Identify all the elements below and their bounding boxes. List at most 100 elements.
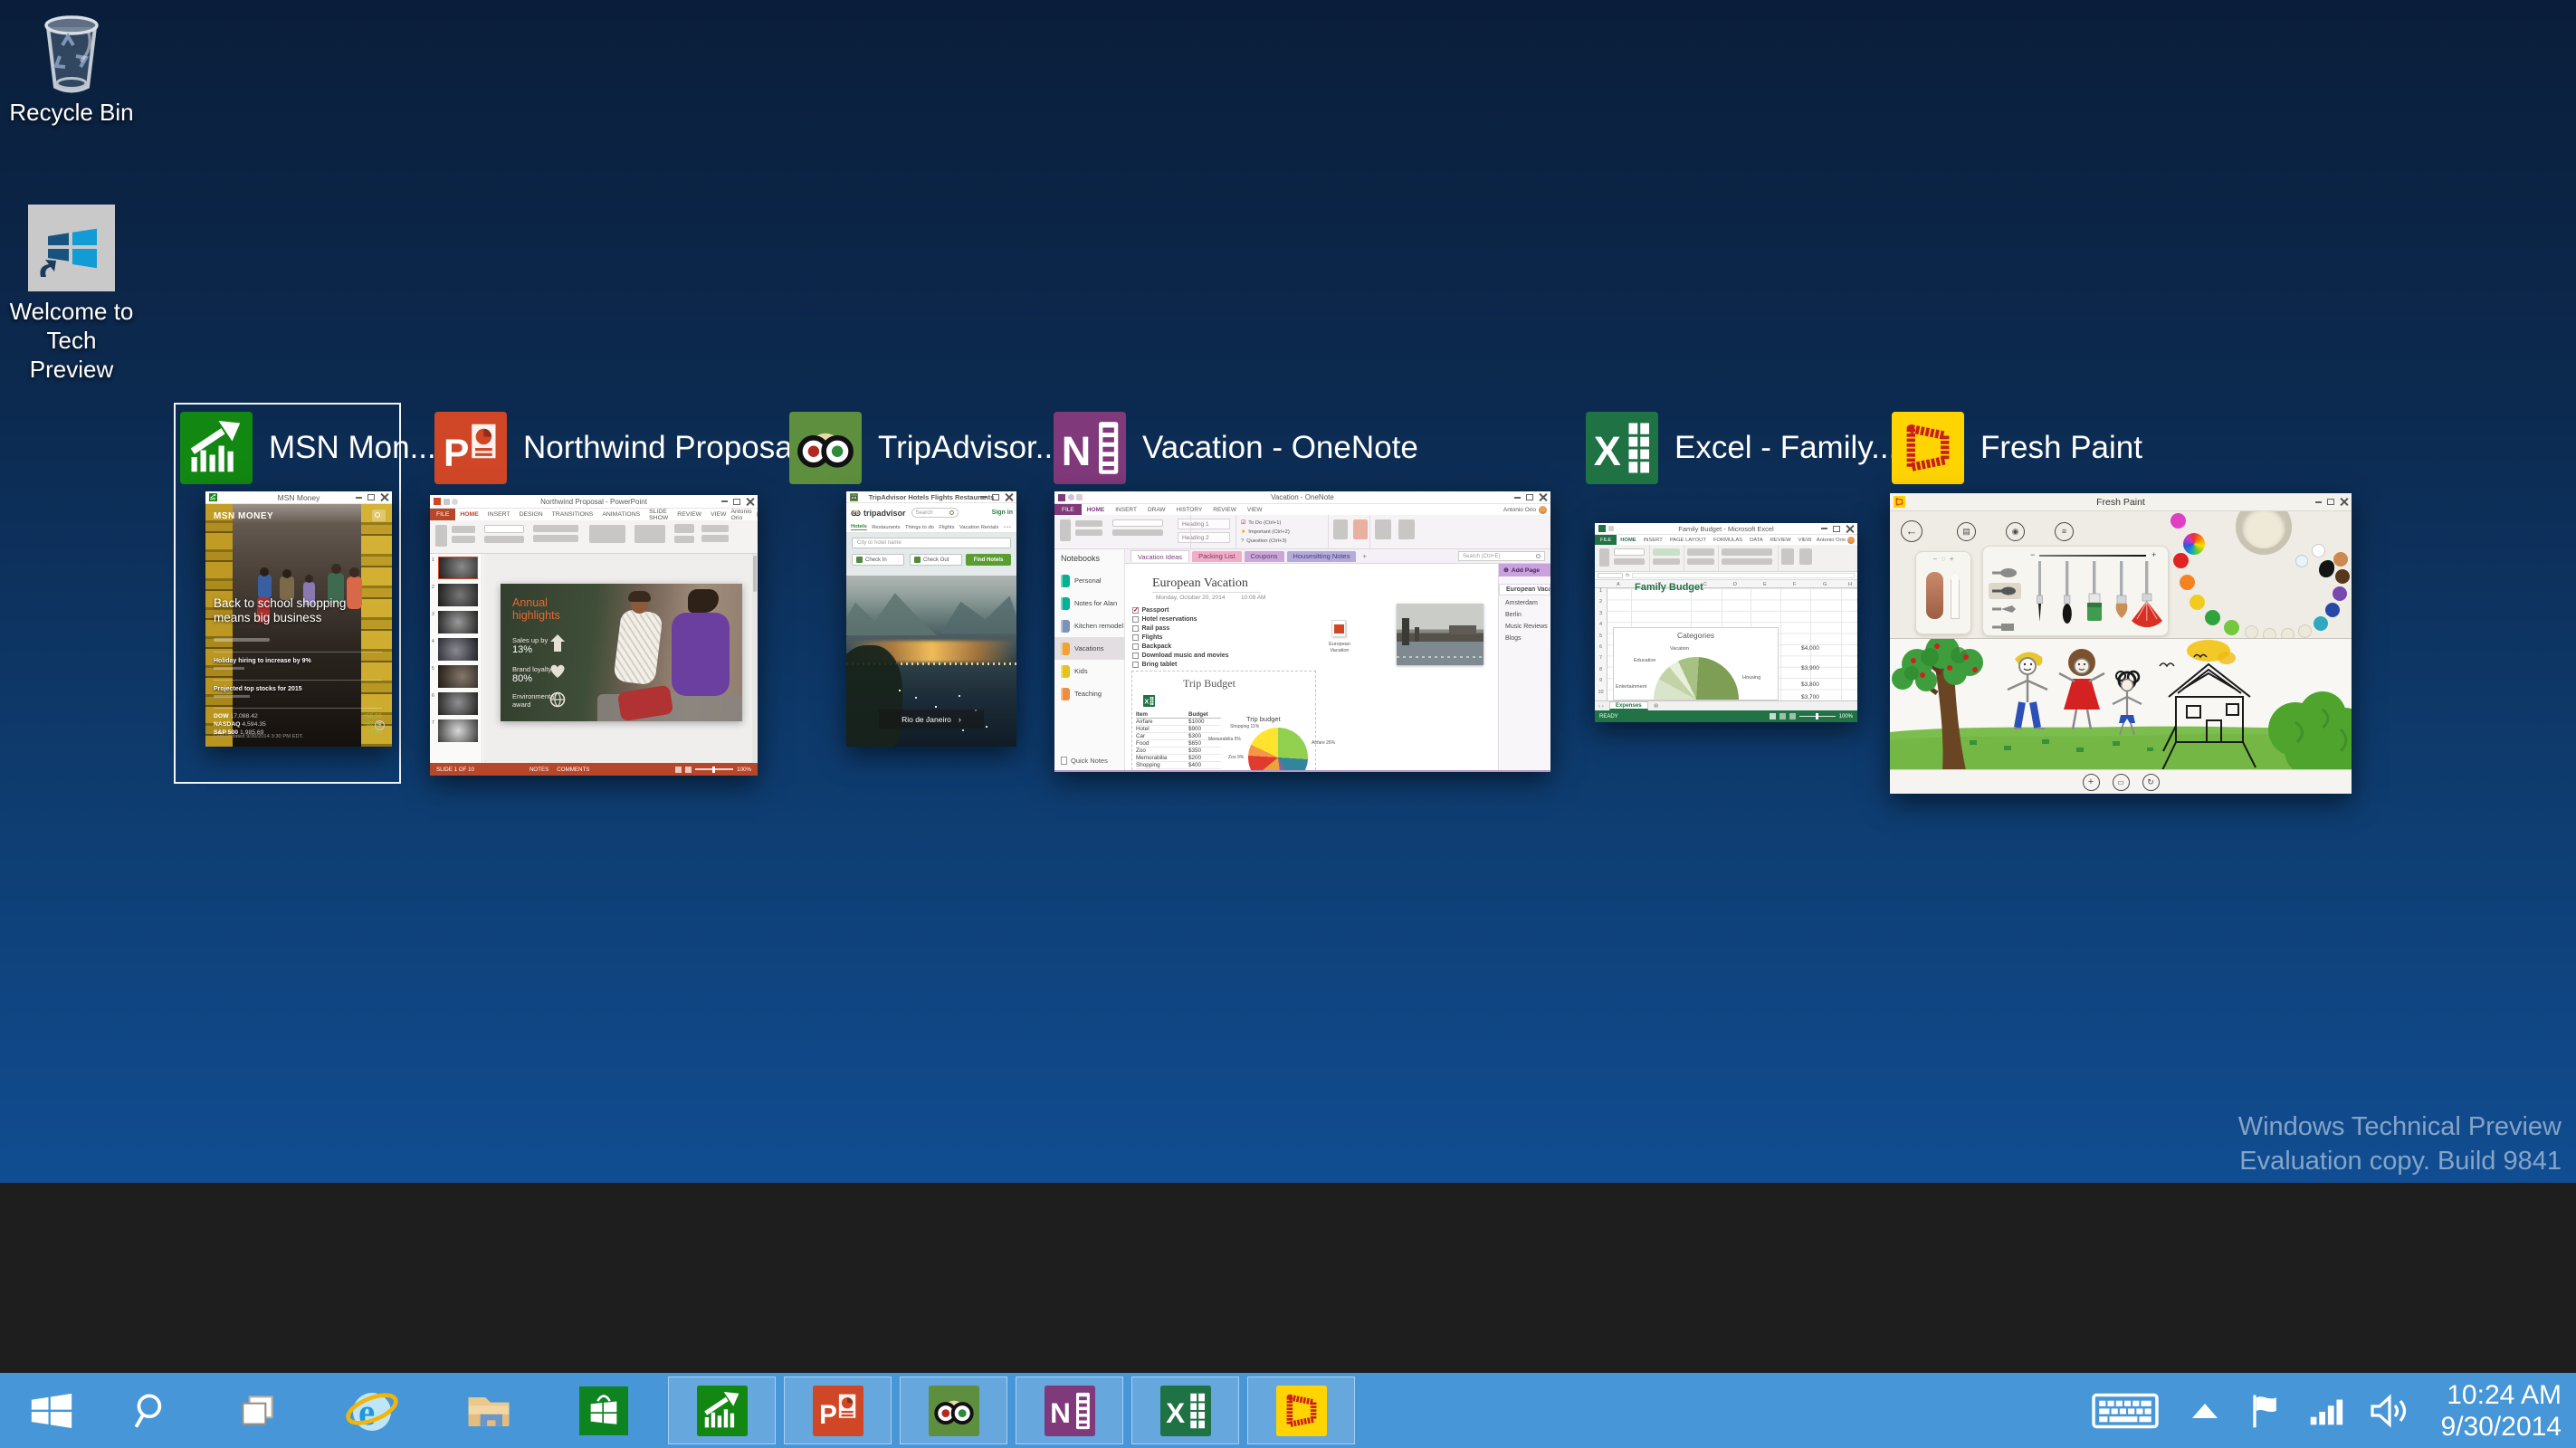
swatch-magenta[interactable]: [2171, 513, 2186, 529]
name-box[interactable]: [1598, 573, 1623, 578]
checkbox-checked[interactable]: ✓: [1132, 607, 1139, 614]
trip-sign-in[interactable]: Sign in: [992, 510, 1013, 516]
section-housesitting[interactable]: Housesitting Notes: [1286, 550, 1357, 562]
taskbar-app-msn-money[interactable]: [668, 1377, 776, 1444]
dry-paint-button[interactable]: ↻: [2142, 773, 2160, 791]
taskbar-app-excel[interactable]: [1131, 1377, 1239, 1444]
stroke-plus[interactable]: +: [2151, 550, 2156, 559]
camera-button[interactable]: ◉: [2006, 522, 2025, 541]
find-hotels-button[interactable]: Find Hotels: [966, 554, 1011, 566]
city-input[interactable]: City or hotel name: [852, 538, 1011, 548]
checkbox[interactable]: [1132, 634, 1139, 641]
section-vacation-ideas[interactable]: Vacation Ideas: [1131, 550, 1190, 562]
brush-type-2-selected[interactable]: [1989, 583, 2021, 599]
frame-button[interactable]: ▭: [2112, 773, 2130, 791]
swatch-purple[interactable]: [2333, 586, 2347, 601]
window-powerpoint[interactable]: Northwind Proposal - PowerPoint FILE HOM…: [430, 495, 758, 776]
taskbar-app-powerpoint[interactable]: [784, 1377, 892, 1444]
desktop-icon-welcome[interactable]: Welcome to Tech Preview: [4, 205, 139, 384]
taskbar-app-freshpaint[interactable]: [1247, 1377, 1355, 1444]
notebook-personal[interactable]: Personal: [1054, 569, 1125, 592]
notebook-kitchen-remodel[interactable]: Kitchen remodel: [1054, 614, 1125, 637]
checklist-item[interactable]: Download music and movies: [1132, 653, 1229, 659]
checklist-item[interactable]: Flights: [1132, 634, 1162, 641]
page-item[interactable]: Berlin: [1499, 609, 1550, 621]
checkbox[interactable]: [1132, 643, 1139, 650]
sheet-tab-expenses[interactable]: Expenses: [1608, 701, 1648, 710]
task-view-button[interactable]: [221, 1373, 295, 1448]
swatch-empty[interactable]: [2245, 625, 2258, 639]
swatch-teal[interactable]: [2314, 616, 2328, 631]
check-in-field[interactable]: Check In: [852, 554, 904, 566]
section-coupons[interactable]: Coupons: [1244, 550, 1284, 562]
glitter-tool[interactable]: [2295, 555, 2308, 567]
color-wheel[interactable]: [2183, 533, 2205, 555]
checklist-item[interactable]: Backpack: [1132, 643, 1171, 650]
section-packing-list[interactable]: Packing List: [1192, 550, 1242, 562]
trip-search-input[interactable]: Search: [911, 508, 959, 518]
notebook-notes-for-alan[interactable]: Notes for Alan: [1054, 592, 1125, 614]
swatch-yellow[interactable]: [2190, 595, 2205, 610]
notebook-teaching[interactable]: Teaching: [1054, 682, 1125, 705]
quick-notes-button[interactable]: Quick Notes: [1061, 757, 1108, 765]
checklist-item[interactable]: ✓ Passport: [1132, 607, 1169, 614]
window-freshpaint[interactable]: Fresh Paint ← ▤ ◉ ≡ − ◌ + − + + ▭ ↻: [1890, 493, 2352, 794]
add-section-icon[interactable]: +: [1359, 552, 1369, 560]
store-button[interactable]: [561, 1373, 646, 1448]
checkbox[interactable]: [1132, 616, 1139, 623]
menu-button[interactable]: ≡: [2055, 522, 2074, 541]
add-page-button[interactable]: ⊕ Add Page: [1499, 564, 1550, 576]
swatch-lime[interactable]: [2224, 620, 2239, 635]
add-sheet-icon[interactable]: ⊕: [1654, 702, 1659, 710]
taskbar-app-onenote[interactable]: [1016, 1377, 1123, 1444]
checklist-item[interactable]: Rail pass: [1132, 625, 1169, 632]
stroke-minus[interactable]: −: [2030, 550, 2035, 559]
internet-explorer-button[interactable]: [328, 1373, 416, 1448]
nav-restaurants[interactable]: Restaurants: [872, 525, 900, 530]
swatch-white[interactable]: [2312, 544, 2325, 557]
back-button[interactable]: ←: [1901, 520, 1922, 542]
swatch-tan[interactable]: [2333, 552, 2348, 567]
thumbnail-label-onenote[interactable]: Vacation - OneNote: [1054, 412, 1418, 484]
nav-flights[interactable]: Flights: [939, 525, 954, 530]
thumbnail-label-freshpaint[interactable]: Fresh Paint: [1892, 412, 2142, 484]
nav-rentals[interactable]: Vacation Rentals: [959, 525, 998, 530]
page-item-selected[interactable]: European Vacation: [1499, 584, 1550, 595]
volume-button[interactable]: [2359, 1373, 2417, 1448]
nav-more-icon[interactable]: •••: [1004, 525, 1012, 530]
photo-caption-bar[interactable]: Rio de Janeiro ›: [879, 710, 984, 729]
thumbnail-label-excel[interactable]: Excel - Family...: [1586, 412, 1897, 484]
size-adjust-icons[interactable]: − ◌ +: [1916, 555, 1970, 563]
brush-type-1[interactable]: [1989, 565, 2021, 581]
page-item[interactable]: Music Reviews: [1499, 621, 1550, 633]
checklist-item[interactable]: Bring tablet: [1132, 662, 1177, 668]
palette-knife-tool[interactable]: [1951, 572, 1960, 619]
action-center-button[interactable]: [2237, 1373, 2292, 1448]
formula-input[interactable]: [1632, 573, 1855, 578]
brush-type-3[interactable]: [1989, 601, 2021, 617]
brush-type-4[interactable]: [1989, 619, 2021, 635]
start-button[interactable]: [13, 1373, 91, 1448]
brush-set[interactable]: [2027, 561, 2167, 635]
nav-hotels[interactable]: Hotels: [851, 524, 867, 530]
notebook-kids[interactable]: Kids: [1054, 660, 1125, 682]
network-button[interactable]: [2297, 1373, 2353, 1448]
checkbox[interactable]: [1132, 625, 1139, 632]
file-explorer-button[interactable]: [447, 1373, 530, 1448]
open-button[interactable]: ▤: [1957, 522, 1976, 541]
check-out-field[interactable]: Check Out: [910, 554, 962, 566]
eraser-tool[interactable]: [1926, 572, 1943, 619]
thumbnail-label-msn[interactable]: MSN Mon...: [180, 412, 436, 484]
nav-things[interactable]: Things to do: [905, 525, 934, 530]
window-msn-money[interactable]: MSN Money MSN MONEY Back to school shopp…: [205, 491, 392, 747]
notebook-vacations[interactable]: Vacations: [1054, 637, 1125, 660]
checklist-item[interactable]: Hotel reservations: [1132, 616, 1197, 623]
window-excel[interactable]: Family Budget - Microsoft Excel FILE HOM…: [1595, 523, 1857, 722]
show-hidden-icons-button[interactable]: [2180, 1373, 2230, 1448]
swatch-red[interactable]: [2173, 553, 2189, 568]
swatch-brown[interactable]: [2335, 569, 2350, 584]
thumbnail-label-tripadvisor[interactable]: TripAdvisor...: [789, 412, 1062, 484]
swatch-empty[interactable]: [2298, 624, 2312, 638]
search-button[interactable]: [114, 1373, 188, 1448]
taskbar-app-tripadvisor[interactable]: [900, 1377, 1007, 1444]
